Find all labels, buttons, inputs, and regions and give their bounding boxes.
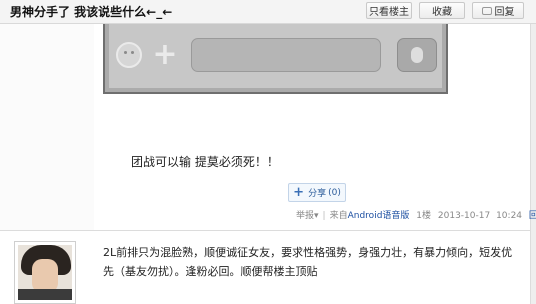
message-input-image — [191, 38, 381, 72]
source-prefix: 来自 — [329, 211, 348, 221]
chat-input-bar: + — [109, 24, 442, 88]
post-date: 2013-10-17 — [437, 211, 491, 221]
floor-number: 1楼 — [416, 211, 432, 221]
reply-content: 2L前排只为混脸熟，顺便诚征女友，要求性格强势，身强力壮，有暴力倾向，短发优先（… — [103, 246, 513, 278]
plus-icon: + — [152, 37, 178, 72]
scrollbar[interactable] — [530, 24, 536, 304]
post-meta: 举报▾|来自Android语音版 1楼 2013-10-17 10:24 回复 — [296, 208, 536, 221]
reply-icon — [481, 6, 492, 15]
share-button[interactable]: + 分享 (0) — [288, 183, 346, 202]
post-reply-link[interactable]: 回复 — [529, 211, 536, 221]
emoji-icon — [116, 42, 142, 68]
client-link[interactable]: Android语音版 — [348, 211, 410, 221]
only-author-button[interactable]: 只看楼主 — [366, 2, 412, 19]
favorite-button[interactable]: 收藏 — [419, 2, 465, 19]
post-content: 团战可以输 提莫必须死！！ — [131, 155, 279, 169]
post-time: 10:24 — [496, 211, 523, 221]
avatar[interactable] — [14, 241, 76, 304]
thread-title: 男神分手了 我该说些什么←_← — [10, 5, 173, 19]
share-plus-icon: + — [293, 185, 305, 200]
avatar-image — [18, 245, 72, 300]
report-link[interactable]: 举报 — [296, 211, 314, 221]
only-author-label: 只看楼主 — [369, 7, 409, 18]
post-image: + — [103, 24, 448, 94]
share-count: (0) — [328, 187, 341, 198]
thread-header: 男神分手了 我该说些什么←_← 只看楼主 收藏 回复 — [0, 0, 536, 24]
reply-label: 回复 — [494, 7, 515, 18]
dropdown-icon[interactable]: ▾ — [314, 211, 319, 221]
author-column — [0, 24, 94, 230]
microphone-icon — [397, 38, 437, 72]
post-divider — [0, 230, 531, 231]
favorite-label: 收藏 — [432, 7, 452, 18]
share-label: 分享 — [308, 189, 327, 199]
reply-button[interactable]: 回复 — [472, 2, 524, 19]
